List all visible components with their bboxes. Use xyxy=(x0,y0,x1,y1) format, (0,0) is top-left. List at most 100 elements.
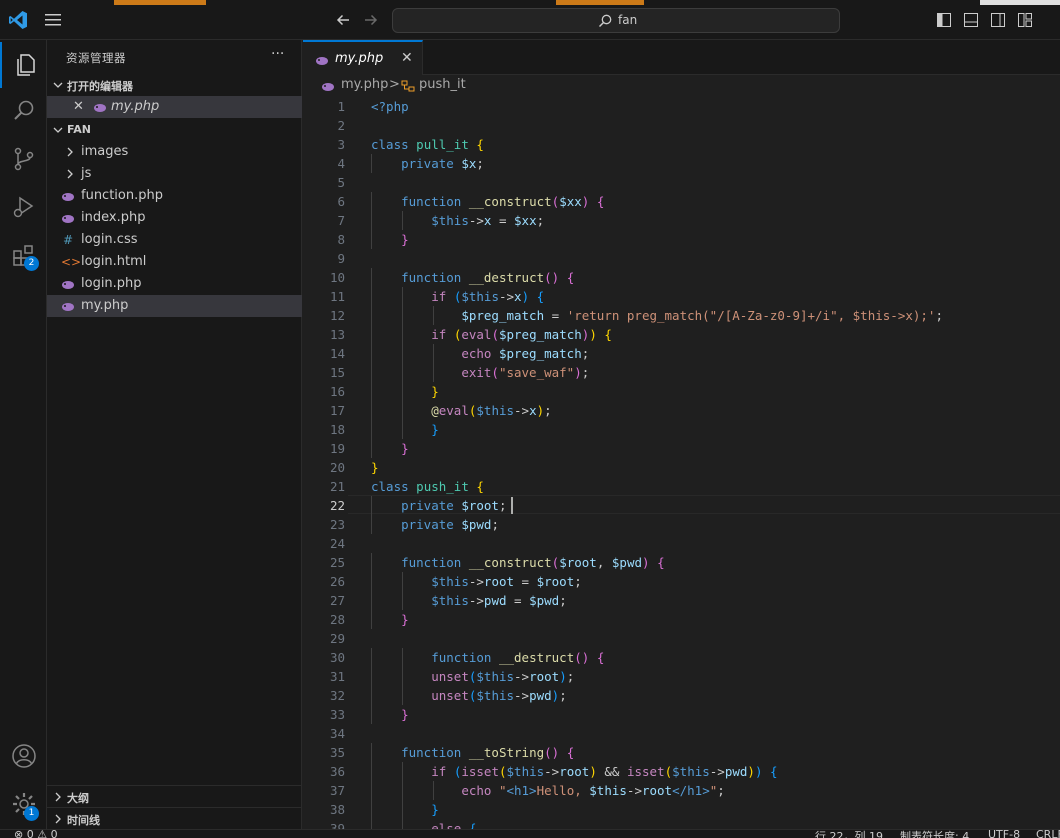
indent-guide xyxy=(401,591,403,610)
tree-item-login-css[interactable]: # login.css xyxy=(47,229,302,251)
code-line[interactable]: } xyxy=(371,382,439,401)
code-line[interactable]: function __destruct() { xyxy=(371,648,604,667)
encoding[interactable]: UTF-8 xyxy=(988,830,1020,838)
code-line[interactable]: <?php xyxy=(371,97,409,116)
outline-section[interactable]: 大纲 xyxy=(47,785,302,807)
background-artifact xyxy=(980,0,1060,5)
more-actions-button[interactable]: ··· xyxy=(271,46,284,62)
line-number: 24 xyxy=(329,536,345,551)
code-line[interactable]: if (eval($preg_match)) { xyxy=(371,325,612,344)
extensions-icon[interactable]: 2 xyxy=(0,232,47,278)
indent-guide xyxy=(371,420,372,439)
line-number: 33 xyxy=(329,707,345,722)
code-line[interactable]: } xyxy=(371,439,409,458)
code-line[interactable]: function __construct($xx) { xyxy=(371,192,604,211)
line-ending[interactable]: CRLF xyxy=(1036,830,1060,838)
open-editors-section[interactable]: 打开的编辑器 xyxy=(47,74,302,96)
html-file-icon: <> xyxy=(61,255,82,269)
folder-section[interactable]: FAN xyxy=(47,119,302,141)
search-icon xyxy=(598,14,612,28)
line-number: 18 xyxy=(329,422,345,437)
indent-guide xyxy=(371,686,372,705)
menu-icon[interactable] xyxy=(44,12,62,28)
timeline-section[interactable]: 时间线 xyxy=(47,807,302,829)
breadcrumb-file[interactable]: my.php xyxy=(341,77,388,92)
code-line[interactable]: if ($this->x) { xyxy=(371,287,544,306)
breadcrumb-symbol[interactable]: push_it xyxy=(419,77,466,92)
code-line[interactable]: } xyxy=(371,705,409,724)
code-editor[interactable]: 1 2 3 4 5 6 7 8 9 10 11 12 13 14 15 16 17 18 19 20 21 22 23 24 2… xyxy=(303,97,1060,838)
line-number: 7 xyxy=(337,213,345,228)
line-number: 3 xyxy=(337,137,345,152)
line-number: 15 xyxy=(329,365,345,380)
indent-guide xyxy=(371,192,372,211)
code-line[interactable]: echo $preg_match; xyxy=(371,344,589,363)
line-number: 21 xyxy=(329,479,345,494)
indent-guide xyxy=(371,610,372,629)
explorer-sidebar: 资源管理器 ··· 打开的编辑器 ✕ my.php FAN images js … xyxy=(47,40,302,838)
code-line[interactable]: @eval($this->x); xyxy=(371,401,551,420)
open-editor-item[interactable]: ✕ my.php xyxy=(47,96,302,118)
toggle-panel-icon[interactable] xyxy=(963,12,979,28)
source-control-icon[interactable] xyxy=(0,136,47,182)
settings-gear-icon[interactable]: 1 xyxy=(0,781,47,827)
tab-my-php[interactable]: my.php ✕ xyxy=(303,40,423,75)
explorer-icon[interactable] xyxy=(0,42,47,88)
code-line[interactable]: echo "<h1>Hello, $this->root</h1>"; xyxy=(371,781,724,800)
line-number: 35 xyxy=(329,745,345,760)
tree-item-login-html[interactable]: <> login.html xyxy=(47,251,302,273)
code-line[interactable]: $this->pwd = $pwd; xyxy=(371,591,567,610)
close-icon[interactable]: ✕ xyxy=(73,99,84,114)
line-number: 30 xyxy=(329,650,345,665)
run-debug-icon[interactable] xyxy=(0,184,47,230)
arrow-right-icon[interactable] xyxy=(362,11,380,29)
account-icon[interactable] xyxy=(0,733,47,779)
code-line[interactable]: private $root; xyxy=(371,496,506,515)
toggle-secondary-sidebar-icon[interactable] xyxy=(990,12,1006,28)
code-line[interactable]: } xyxy=(371,800,439,819)
tree-item-index-php[interactable]: index.php xyxy=(47,207,302,229)
indent-guide xyxy=(401,781,403,800)
tree-item-login-php[interactable]: login.php xyxy=(47,273,302,295)
breadcrumb: my.php > push_it xyxy=(303,75,1060,97)
code-line[interactable]: private $pwd; xyxy=(371,515,499,534)
tree-item-images[interactable]: images xyxy=(47,141,302,163)
indent-guide xyxy=(401,800,403,819)
tree-item-function-php[interactable]: function.php xyxy=(47,185,302,207)
code-line[interactable]: } xyxy=(371,420,439,439)
editor-tab-bar: my.php ✕ xyxy=(303,40,1060,75)
problems-indicator[interactable]: ⊗ 0 ⚠ 0 xyxy=(14,830,58,838)
search-icon[interactable] xyxy=(0,88,47,134)
cursor-position[interactable]: 行 22，列 19 xyxy=(815,830,883,838)
code-line[interactable]: class push_it { xyxy=(371,477,484,496)
toggle-primary-sidebar-icon[interactable] xyxy=(936,12,952,28)
indent-guide xyxy=(371,439,372,458)
arrow-left-icon[interactable] xyxy=(334,11,352,29)
code-line[interactable]: private $x; xyxy=(371,154,484,173)
code-line[interactable]: $this->x = $xx; xyxy=(371,211,544,230)
status-bar: ⊗ 0 ⚠ 0 行 22，列 19 制表符长度: 4 UTF-8 CRLF xyxy=(0,829,1060,838)
code-line[interactable]: exit("save_waf"); xyxy=(371,363,589,382)
code-line[interactable]: function __construct($root, $pwd) { xyxy=(371,553,664,572)
code-line[interactable]: } xyxy=(371,610,409,629)
close-icon[interactable]: ✕ xyxy=(401,50,413,66)
tree-item-js[interactable]: js xyxy=(47,163,302,185)
code-line[interactable]: } xyxy=(371,458,379,477)
indent-guide xyxy=(371,762,372,781)
code-line[interactable]: $preg_match = 'return preg_match("/[A-Za… xyxy=(371,306,943,325)
tree-item-my-php[interactable]: my.php xyxy=(47,295,302,317)
command-center-search[interactable]: fan xyxy=(392,8,840,33)
code-line[interactable]: unset($this->pwd); xyxy=(371,686,567,705)
code-line[interactable]: function __toString() { xyxy=(371,743,574,762)
code-line[interactable]: class pull_it { xyxy=(371,135,484,154)
code-line[interactable]: function __destruct() { xyxy=(371,268,574,287)
customize-layout-icon[interactable] xyxy=(1017,12,1033,28)
indent-guide xyxy=(401,762,403,781)
chevron-right-icon xyxy=(63,167,77,181)
indentation[interactable]: 制表符长度: 4 xyxy=(900,830,969,838)
line-number: 17 xyxy=(329,403,345,418)
extensions-badge: 2 xyxy=(24,256,39,271)
code-line[interactable]: if (isset($this->root) && isset($this->p… xyxy=(371,762,777,781)
indent-guide xyxy=(401,325,403,344)
code-line[interactable]: } xyxy=(371,230,409,249)
